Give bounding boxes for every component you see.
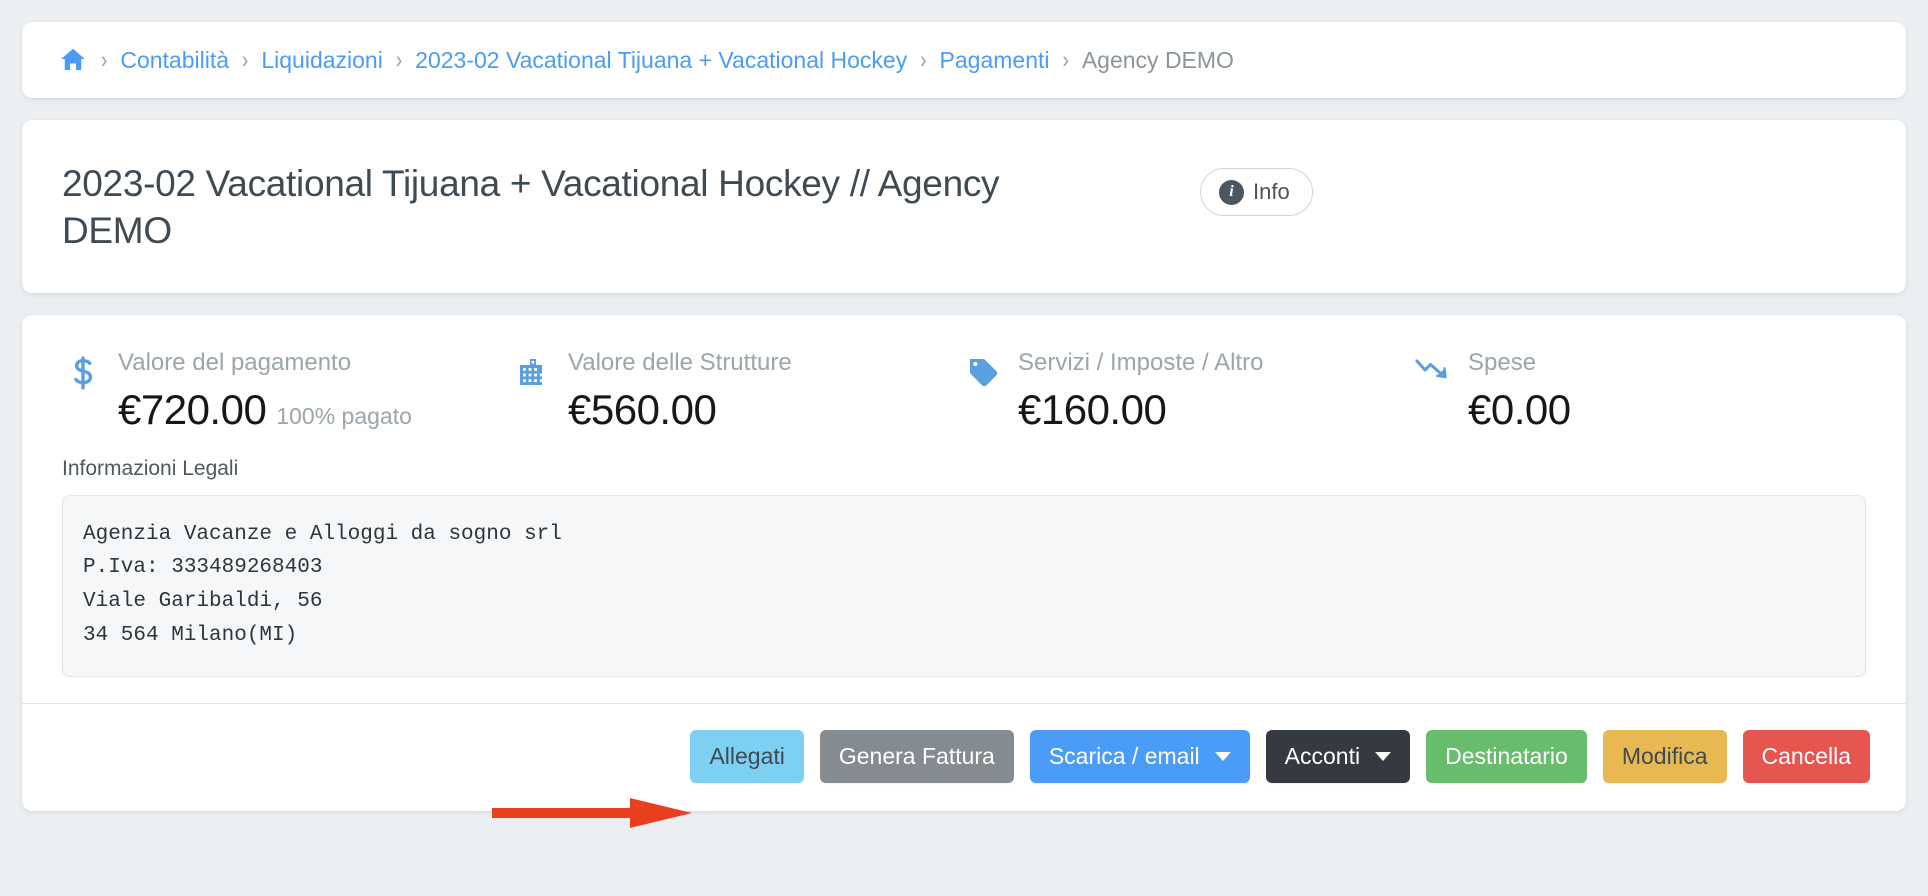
breadcrumb-separator-0: › [101, 46, 108, 74]
chevron-down-icon [1214, 751, 1231, 761]
delete-button[interactable]: Cancella [1742, 730, 1870, 783]
button-label: Genera Fattura [838, 743, 995, 770]
button-label: Scarica / email [1048, 743, 1200, 770]
button-label: Cancella [1761, 743, 1852, 770]
info-button-label: Info [1253, 179, 1290, 204]
legal-info-label: Informazioni Legali [62, 456, 239, 480]
stat-amount: €0.00 [1468, 385, 1571, 433]
download-email-dropdown[interactable]: Scarica / email [1029, 730, 1250, 783]
stat-label: Valore del pagamento [118, 348, 352, 376]
deposits-dropdown[interactable]: Acconti [1265, 730, 1411, 783]
stat-structures-value: Valore delle Strutture €560.00 [512, 348, 962, 433]
breadcrumb-item-settlement[interactable]: 2023-02 Vacational Tijuana + Vacational … [415, 48, 907, 72]
breadcrumb-separator-4: › [1062, 46, 1069, 74]
stat-value: €560.00 [568, 385, 792, 433]
breadcrumb: › Contabilità › Liquidazioni › 2023-02 V… [58, 45, 1234, 75]
breadcrumb-item-liquidazioni[interactable]: Liquidazioni [261, 48, 382, 72]
button-label: Acconti [1284, 743, 1361, 770]
breadcrumb-separator-1: › [242, 46, 249, 74]
building-icon [512, 351, 554, 388]
breadcrumb-item-contabilita[interactable]: Contabilità [120, 48, 229, 72]
attachments-button[interactable]: Allegati [690, 730, 804, 783]
stat-amount: €560.00 [568, 385, 717, 433]
generate-invoice-button[interactable]: Genera Fattura [819, 730, 1014, 783]
stat-services-value: Servizi / Imposte / Altro €160.00 [962, 348, 1412, 433]
stat-label: Servizi / Imposte / Altro [1018, 348, 1264, 376]
breadcrumb-item-current: Agency DEMO [1081, 46, 1234, 73]
breadcrumb-item-pagamenti[interactable]: Pagamenti [940, 48, 1050, 72]
chevron-down-icon [1375, 751, 1392, 761]
chart-line-down-icon [1412, 351, 1454, 382]
page-root: › Contabilità › Liquidazioni › 2023-02 V… [0, 0, 1928, 896]
stat-label: Spese [1468, 348, 1537, 376]
tag-icon [962, 351, 1004, 389]
info-button[interactable]: i Info [1200, 168, 1313, 216]
recipient-button[interactable]: Destinatario [1426, 730, 1587, 783]
stats-row: Valore del pagamento €720.00 100% pagato [62, 348, 1866, 433]
payment-detail-card: Valore del pagamento €720.00 100% pagato [22, 314, 1906, 811]
stat-sublabel: 100% pagato [276, 402, 412, 429]
page-title: 2023-02 Vacational Tijuana + Vacational … [62, 163, 1000, 252]
button-label: Destinatario [1445, 743, 1568, 770]
breadcrumb-separator-2: › [395, 46, 403, 74]
dollar-sign-icon [62, 351, 104, 390]
stat-expenses-value: Spese €0.00 [1412, 348, 1812, 433]
stat-value: €160.00 [1018, 385, 1263, 433]
legal-info-text: Agenzia Vacanze e Alloggi da sogno srl P… [62, 494, 1866, 678]
action-button-bar: Allegati Genera Fattura Scarica / email … [22, 703, 1906, 811]
stat-amount: €160.00 [1018, 385, 1167, 433]
stat-value: €720.00 100% pagato [118, 385, 412, 433]
detail-body: Valore del pagamento €720.00 100% pagato [22, 315, 1906, 703]
breadcrumb-separator-3: › [920, 46, 927, 74]
button-label: Modifica [1621, 743, 1708, 770]
home-icon[interactable] [58, 45, 88, 75]
stat-amount: €720.00 [118, 385, 267, 433]
stat-payment-value: Valore del pagamento €720.00 100% pagato [62, 348, 512, 433]
edit-button[interactable]: Modifica [1602, 730, 1727, 783]
breadcrumb-card: › Contabilità › Liquidazioni › 2023-02 V… [22, 22, 1906, 98]
info-circle-icon: i [1219, 179, 1244, 205]
stat-label: Valore delle Strutture [568, 348, 792, 376]
button-label: Allegati [709, 743, 785, 770]
title-card: 2023-02 Vacational Tijuana + Vacational … [22, 120, 1906, 293]
stat-value: €0.00 [1468, 385, 1571, 433]
